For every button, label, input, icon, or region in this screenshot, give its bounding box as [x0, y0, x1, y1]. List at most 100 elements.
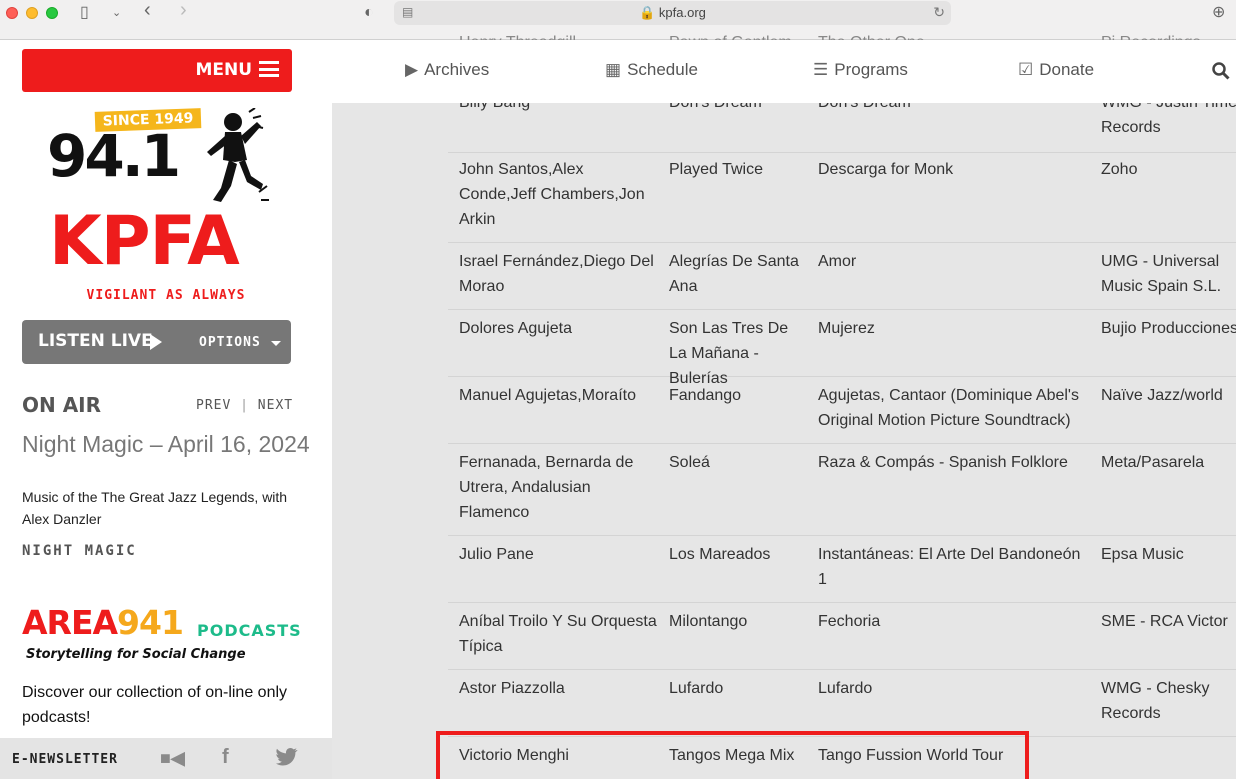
title-cell: Played Twice: [669, 161, 763, 178]
nav-schedule-label: Schedule: [627, 60, 698, 79]
on-air-heading: ON AIR: [22, 393, 102, 417]
facebook-icon[interactable]: f: [222, 746, 229, 769]
downloads-icon[interactable]: ⊕: [1212, 3, 1225, 23]
label-cell: WMG - Justin Time Records: [1101, 103, 1236, 136]
title-cell: Alegrías De Santa Ana: [669, 253, 799, 295]
album-cell: Amor: [818, 253, 857, 270]
show-title-link[interactable]: Night Magic – April 16, 2024: [22, 431, 312, 458]
area941-logo-area: AREA: [22, 603, 118, 642]
prev-link[interactable]: PREV: [196, 398, 231, 413]
zoom-window-button[interactable]: [46, 7, 58, 19]
title-cell: Soleá: [669, 454, 710, 471]
prev-next-nav: PREV | NEXT: [196, 398, 293, 413]
nav-schedule[interactable]: ▦ Schedule: [605, 60, 698, 80]
nav-donate-label: Donate: [1039, 60, 1095, 79]
caret-down-icon: [271, 341, 281, 346]
nav-programs-label: Programs: [834, 60, 908, 79]
video-camera-icon[interactable]: ■◀: [160, 748, 185, 769]
area941-podcasts-label: PODCASTS: [197, 621, 302, 640]
podcasts-description: Discover our collection of on-line only …: [22, 684, 288, 726]
table-row: Aníbal Troilo Y Su Orquesta Típica Milon…: [448, 609, 1236, 670]
separator: |: [240, 398, 249, 413]
table-row: John Santos,Alex Conde,Jeff Chambers,Jon…: [448, 157, 1236, 243]
minimize-window-button[interactable]: [26, 7, 38, 19]
dancing-figure-icon: [207, 108, 269, 202]
artist-cell: John Santos,Alex Conde,Jeff Chambers,Jon…: [459, 161, 645, 228]
label-cell: WMG - Chesky Records: [1101, 680, 1210, 722]
kpfa-logo[interactable]: SINCE 1949 94.1 KPFA: [45, 106, 275, 306]
play-icon: ▶: [405, 60, 419, 79]
url-text: 🔒 kpfa.org: [639, 5, 706, 20]
table-row: Manuel Agujetas,Moraíto Fandango Agujeta…: [448, 383, 1236, 444]
artist-cell: Julio Pane: [459, 546, 534, 563]
e-newsletter-link[interactable]: E-NEWSLETTER: [12, 752, 118, 767]
area941-tagline: Storytelling for Social Change: [26, 647, 246, 662]
table-row: Dolores Agujeta Son Las Tres De La Mañan…: [448, 316, 1236, 387]
table-row: Astor Piazzolla Lufardo Lufardo WMG - Ch…: [448, 676, 1236, 737]
label-cell: Naïve Jazz/world: [1101, 387, 1223, 404]
sidebar-menu-chevron-icon[interactable]: ⌄: [112, 3, 121, 23]
label-cell: Epsa Music: [1101, 546, 1184, 563]
privacy-shield-icon[interactable]: ◐: [364, 3, 374, 23]
table-row: Billy Bang Don's Dream Don's Dream WMG -…: [448, 103, 1236, 153]
nav-programs[interactable]: ☰ Programs: [813, 60, 908, 80]
label-cell: SME - RCA Victor: [1101, 613, 1228, 630]
logo-tagline: VIGILANT AS ALWAYS: [86, 288, 246, 303]
play-icon: [150, 334, 162, 350]
label-cell: Meta/Pasarela: [1101, 454, 1205, 471]
artist-cell: Aníbal Troilo Y Su Orquesta Típica: [459, 613, 657, 655]
label-cell: UMG - Universal Music Spain S.L.: [1101, 253, 1222, 295]
checkbox-icon: ☑: [1018, 60, 1034, 79]
album-cell: Mujerez: [818, 320, 875, 337]
nav-archives[interactable]: ▶ Archives: [405, 60, 489, 80]
top-navigation: ▶ Archives ▦ Schedule ☰ Programs ☑ Donate: [332, 40, 1236, 103]
close-window-button[interactable]: [6, 7, 18, 19]
list-icon: ☰: [813, 60, 829, 79]
label-cell: Bujio Producciones: [1101, 320, 1236, 337]
album-cell: Raza & Compás - Spanish Folklore: [818, 454, 1068, 471]
album-cell: Agujetas, Cantaor (Dominique Abel's Orig…: [818, 387, 1079, 429]
area941-logo[interactable]: AREA941: [22, 603, 184, 642]
title-cell: Milontango: [669, 613, 748, 630]
nav-donate[interactable]: ☑ Donate: [1018, 60, 1094, 80]
artist-cell: Astor Piazzolla: [459, 680, 565, 697]
title-cell: Lufardo: [669, 680, 724, 697]
twitter-icon[interactable]: [276, 748, 298, 766]
title-cell: Don's Dream: [669, 103, 809, 115]
menu-label: MENU: [195, 60, 252, 80]
title-cell: Los Mareados: [669, 546, 771, 563]
listen-live-label: LISTEN LIVE: [38, 331, 153, 351]
album-cell: Descarga for Monk: [818, 161, 954, 178]
search-icon[interactable]: [1212, 62, 1230, 80]
sidebar-toggle-icon[interactable]: ▯: [80, 3, 89, 23]
title-cell: Son Las Tres De La Mañana - Bulerías: [669, 320, 789, 387]
show-description: Music of the The Great Jazz Legends, wit…: [22, 489, 288, 527]
nav-archives-label: Archives: [424, 60, 490, 79]
address-bar[interactable]: ▤ 🔒 kpfa.org ↻: [394, 1, 951, 25]
forward-icon[interactable]: ›: [180, 0, 187, 20]
artist-cell: Billy Bang: [459, 103, 659, 115]
listen-live-button[interactable]: LISTEN LIVE OPTIONS: [22, 320, 291, 364]
table-row: Julio Pane Los Mareados Instantáneas: El…: [448, 542, 1236, 603]
options-dropdown[interactable]: OPTIONS: [199, 335, 261, 350]
highlighted-row-outline: [436, 731, 1029, 779]
logo-frequency: 94.1: [47, 122, 181, 190]
artist-cell: Israel Fernández,Diego Del Morao: [459, 253, 654, 295]
table-row: Fernanada, Bernarda de Utrera, Andalusia…: [448, 450, 1236, 536]
playlist-table: Billy Bang Don's Dream Don's Dream WMG -…: [448, 103, 1236, 779]
title-cell: Fandango: [669, 387, 742, 404]
table-row: Israel Fernández,Diego Del Morao Alegría…: [448, 249, 1236, 310]
album-cell: Don's Dream: [818, 103, 1090, 115]
logo-callsign: KPFA: [49, 202, 240, 281]
album-cell: Instantáneas: El Arte Del Bandoneón 1: [818, 546, 1081, 588]
calendar-icon: ▦: [605, 60, 622, 79]
area941-logo-941: 941: [117, 603, 184, 642]
next-link[interactable]: NEXT: [258, 398, 293, 413]
label-cell: Zoho: [1101, 161, 1138, 178]
sidebar-footer: E-NEWSLETTER ■◀ f: [0, 738, 332, 779]
reload-icon[interactable]: ↻: [933, 4, 945, 21]
back-icon[interactable]: ‹: [144, 0, 151, 20]
album-cell: Fechoria: [818, 613, 881, 630]
menu-button[interactable]: MENU: [22, 49, 292, 92]
show-program-link[interactable]: NIGHT MAGIC: [22, 543, 137, 559]
